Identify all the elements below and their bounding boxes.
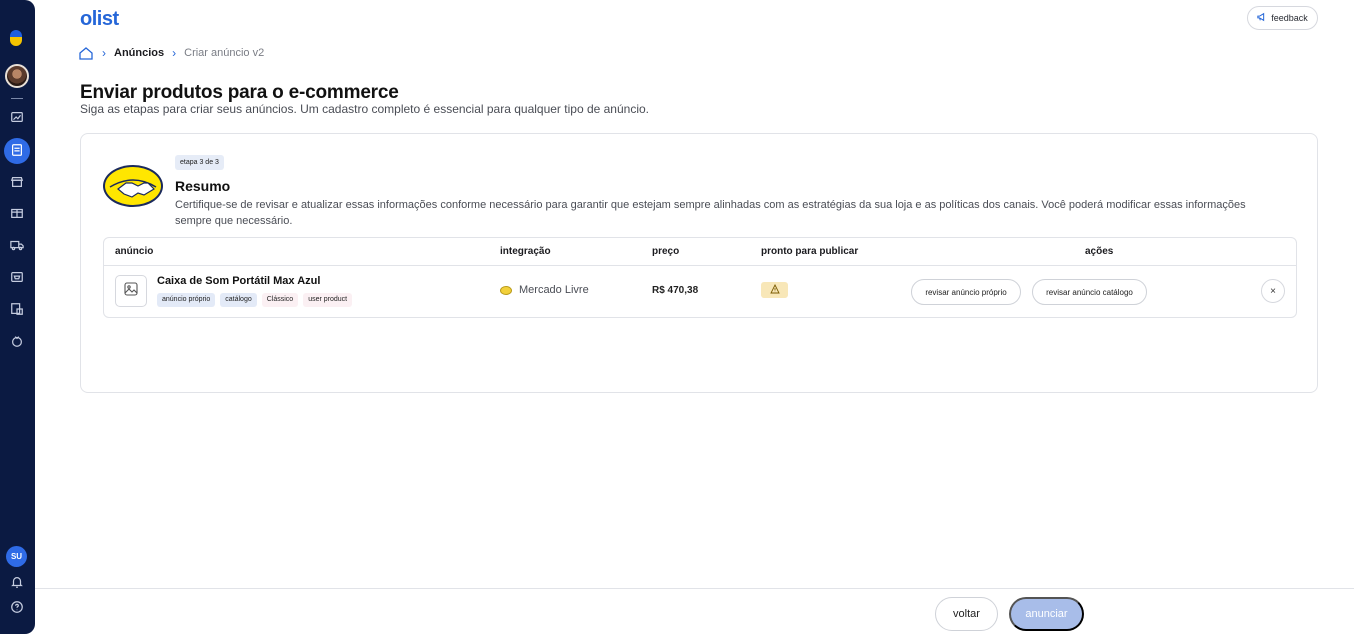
step-badge: etapa 3 de 3 xyxy=(175,155,224,170)
submit-announce-button[interactable]: anunciar xyxy=(1009,597,1084,631)
remove-row-button[interactable]: × xyxy=(1261,279,1285,303)
card-title: Resumo xyxy=(175,178,231,194)
tag-user-product: user product xyxy=(303,293,353,307)
back-button[interactable]: voltar xyxy=(935,597,998,631)
breadcrumb-item-current: Criar anúncio v2 xyxy=(184,47,265,59)
warning-badge[interactable] xyxy=(761,282,788,298)
feedback-label: feedback xyxy=(1271,13,1308,23)
tag-catalogo: catálogo xyxy=(220,293,257,307)
card-description: Certifique-se de revisar e atualizar ess… xyxy=(175,199,1246,227)
image-icon xyxy=(124,281,138,301)
column-header-anuncio: anúncio xyxy=(115,246,154,257)
truck-icon[interactable] xyxy=(9,238,25,254)
bell-icon[interactable] xyxy=(9,575,25,591)
close-icon: × xyxy=(1270,285,1276,297)
product-image-placeholder xyxy=(115,275,147,307)
help-icon[interactable] xyxy=(9,600,25,616)
announcements-icon xyxy=(9,143,25,159)
tag-classico: Clássico xyxy=(261,293,299,307)
store-icon[interactable] xyxy=(9,175,25,191)
breadcrumb: › Anúncios › Criar anúncio v2 xyxy=(78,45,264,61)
chevron-right-icon: › xyxy=(172,46,177,60)
column-header-pronto: pronto para publicar xyxy=(761,246,859,257)
footer-divider xyxy=(35,588,1354,589)
breadcrumb-item-anuncios[interactable]: Anúncios xyxy=(114,47,164,59)
price-value: R$ 470,38 xyxy=(652,285,699,296)
invoice-icon[interactable] xyxy=(9,302,25,318)
product-tags: anúncio próprio catálogo Clássico user p… xyxy=(157,293,353,307)
mercado-livre-icon xyxy=(500,285,512,295)
mercado-livre-handshake-logo xyxy=(102,163,164,209)
chart-icon[interactable] xyxy=(9,110,25,126)
home-icon[interactable] xyxy=(78,45,94,61)
column-header-preco: preço xyxy=(652,246,680,257)
integration-name: Mercado Livre xyxy=(519,284,589,296)
column-header-integracao: integração xyxy=(500,246,551,257)
feedback-button[interactable]: feedback xyxy=(1247,6,1318,30)
divider xyxy=(11,98,23,99)
announcements-table: anúncio integração preço pronto para pub… xyxy=(103,237,1297,318)
warning-icon xyxy=(769,281,780,299)
sidebar: SU xyxy=(0,0,35,634)
page-subtitle: Siga as etapas para criar seus anúncios.… xyxy=(80,102,649,116)
user-avatar-initials[interactable]: SU xyxy=(6,546,27,567)
review-own-listing-button[interactable]: revisar anúncio próprio xyxy=(911,279,1021,305)
divider xyxy=(104,265,1296,266)
product-name: Caixa de Som Portátil Max Azul xyxy=(157,275,321,287)
avatar[interactable] xyxy=(5,64,29,88)
column-header-acoes: ações xyxy=(1085,246,1114,257)
tag-anuncio-proprio: anúncio próprio xyxy=(157,293,216,307)
logo-icon[interactable] xyxy=(10,30,22,46)
box-icon[interactable] xyxy=(9,206,25,222)
brand-logo[interactable]: olist xyxy=(80,8,119,31)
review-catalog-listing-button[interactable]: revisar anúncio catálogo xyxy=(1032,279,1147,305)
summary-card: etapa 3 de 3 Resumo Certifique-se de rev… xyxy=(80,133,1318,393)
money-icon[interactable] xyxy=(9,334,25,350)
cart-icon[interactable] xyxy=(9,270,25,286)
chevron-right-icon: › xyxy=(102,46,106,60)
integration-cell: Mercado Livre xyxy=(500,284,589,296)
page-title: Enviar produtos para o e-commerce xyxy=(80,82,399,103)
megaphone-icon xyxy=(1257,12,1267,24)
